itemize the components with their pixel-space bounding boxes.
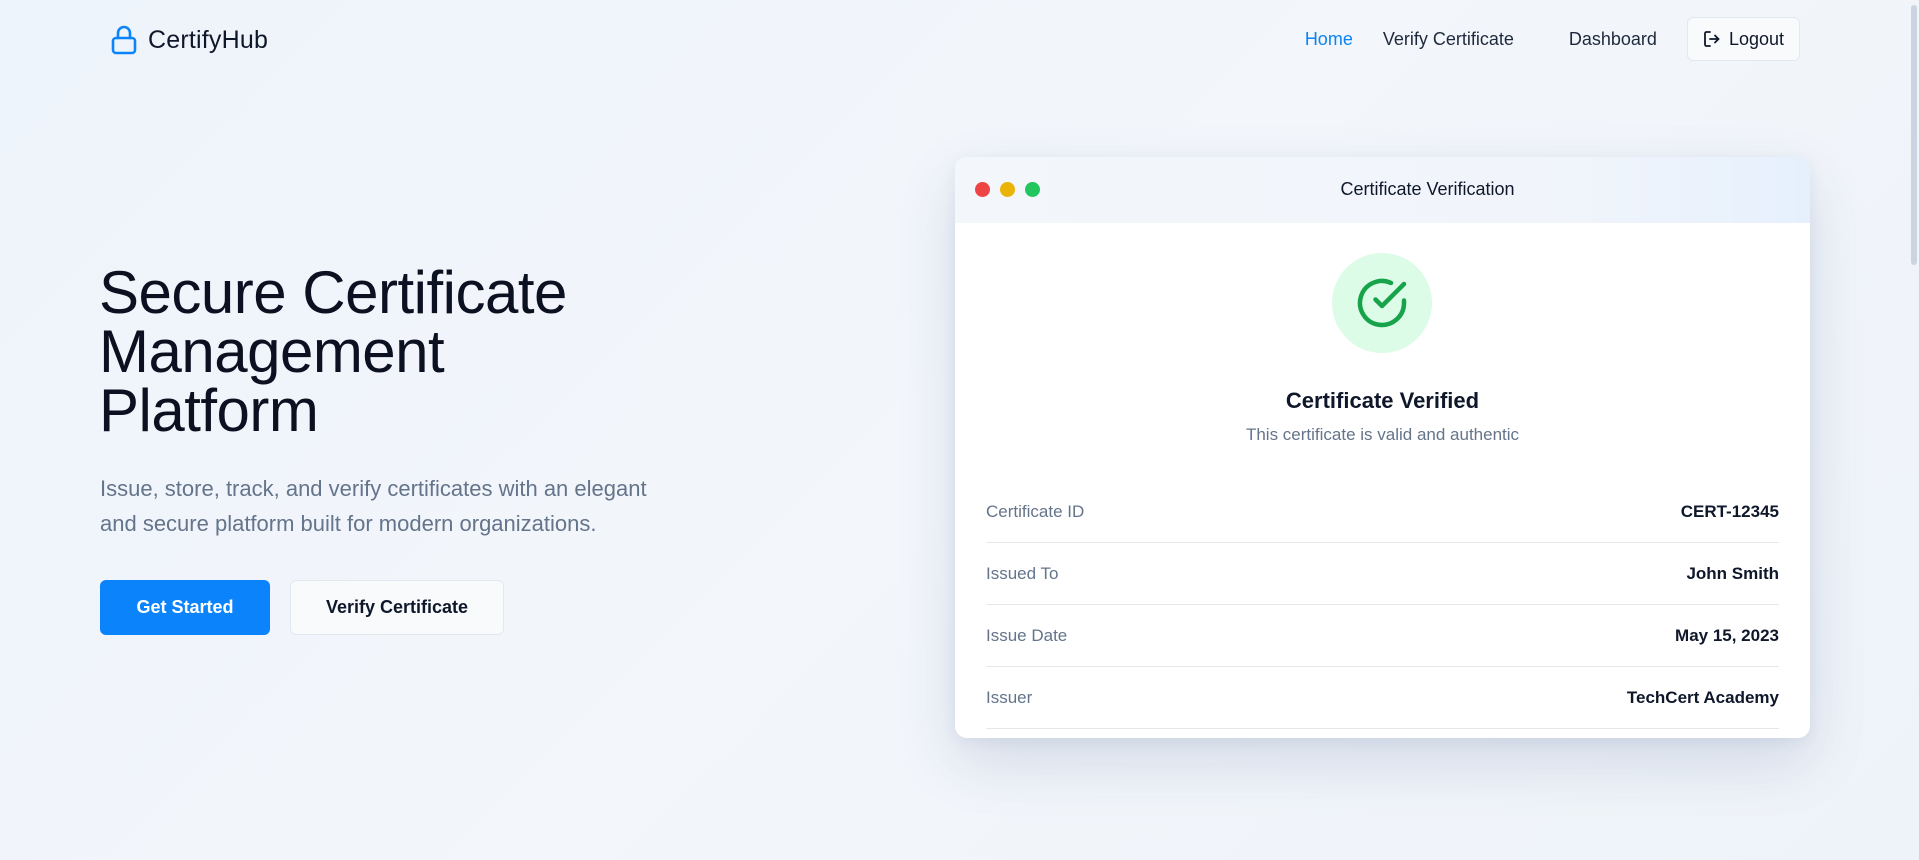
window-title: Certificate Verification bbox=[1340, 179, 1515, 199]
brand-name: CertifyHub bbox=[148, 25, 269, 54]
hero-cta-group: Get Started Verify Certificate bbox=[100, 580, 504, 635]
hero-title-line-2: Management bbox=[99, 318, 445, 385]
detail-row-issue-date: Issue Date May 15, 2023 bbox=[986, 606, 1779, 667]
detail-value: CERT-12345 bbox=[1680, 502, 1779, 521]
detail-row-issued-to: Issued To John Smith bbox=[986, 544, 1779, 605]
page-scrollbar[interactable] bbox=[1909, 0, 1919, 860]
nav-home-link[interactable]: Home bbox=[1305, 29, 1353, 50]
detail-row-issuer: Issuer TechCert Academy bbox=[986, 668, 1779, 729]
brand-logo[interactable]: CertifyHub bbox=[110, 24, 268, 56]
window-titlebar: Certificate Verification bbox=[955, 157, 1810, 223]
logout-button[interactable]: Logout bbox=[1686, 17, 1800, 61]
logout-label: Logout bbox=[1728, 28, 1784, 49]
detail-label: Issue Date bbox=[986, 626, 1068, 645]
lock-icon bbox=[111, 25, 137, 55]
detail-row-certificate-id: Certificate ID CERT-12345 bbox=[986, 482, 1779, 543]
hero-subtitle-line-2: and secure platform built for modern org… bbox=[100, 511, 597, 536]
logout-icon bbox=[1704, 31, 1720, 47]
certificate-details: Certificate ID CERT-12345 Issued To John… bbox=[986, 482, 1779, 730]
detail-value: TechCert Academy bbox=[1626, 688, 1779, 707]
nav-verify-certificate-link[interactable]: Verify Certificate bbox=[1383, 29, 1514, 50]
detail-label: Issuer bbox=[986, 688, 1033, 707]
hero-title-line-1: Secure Certificate bbox=[99, 259, 567, 326]
main-nav: Home Verify Certificate Dashboard Logout bbox=[1305, 16, 1800, 62]
hero-subtitle: Issue, store, track, and verify certific… bbox=[100, 471, 680, 541]
top-navbar: CertifyHub Home Verify Certificate Dashb… bbox=[0, 0, 1919, 80]
detail-value: May 15, 2023 bbox=[1675, 626, 1779, 645]
verify-certificate-button[interactable]: Verify Certificate bbox=[290, 580, 504, 635]
scrollbar-thumb[interactable] bbox=[1911, 5, 1917, 265]
verification-status-subtitle: This certificate is valid and authentic bbox=[1245, 425, 1520, 444]
verification-status-title: Certificate Verified bbox=[1285, 388, 1480, 413]
check-circle-icon bbox=[1357, 278, 1407, 328]
detail-value: John Smith bbox=[1686, 564, 1779, 583]
hero-title-line-3: Platform bbox=[99, 377, 319, 444]
certificate-verification-card: Certificate Verification Certificate Ver… bbox=[955, 157, 1810, 738]
verified-status-badge bbox=[1332, 253, 1432, 353]
detail-label: Certificate ID bbox=[986, 502, 1085, 521]
nav-dashboard-link[interactable]: Dashboard bbox=[1569, 29, 1657, 50]
hero-subtitle-line-1: Issue, store, track, and verify certific… bbox=[100, 476, 647, 501]
get-started-button[interactable]: Get Started bbox=[100, 580, 270, 635]
hero-title: Secure Certificate Management Platform bbox=[99, 263, 659, 441]
detail-label: Issued To bbox=[986, 564, 1059, 583]
